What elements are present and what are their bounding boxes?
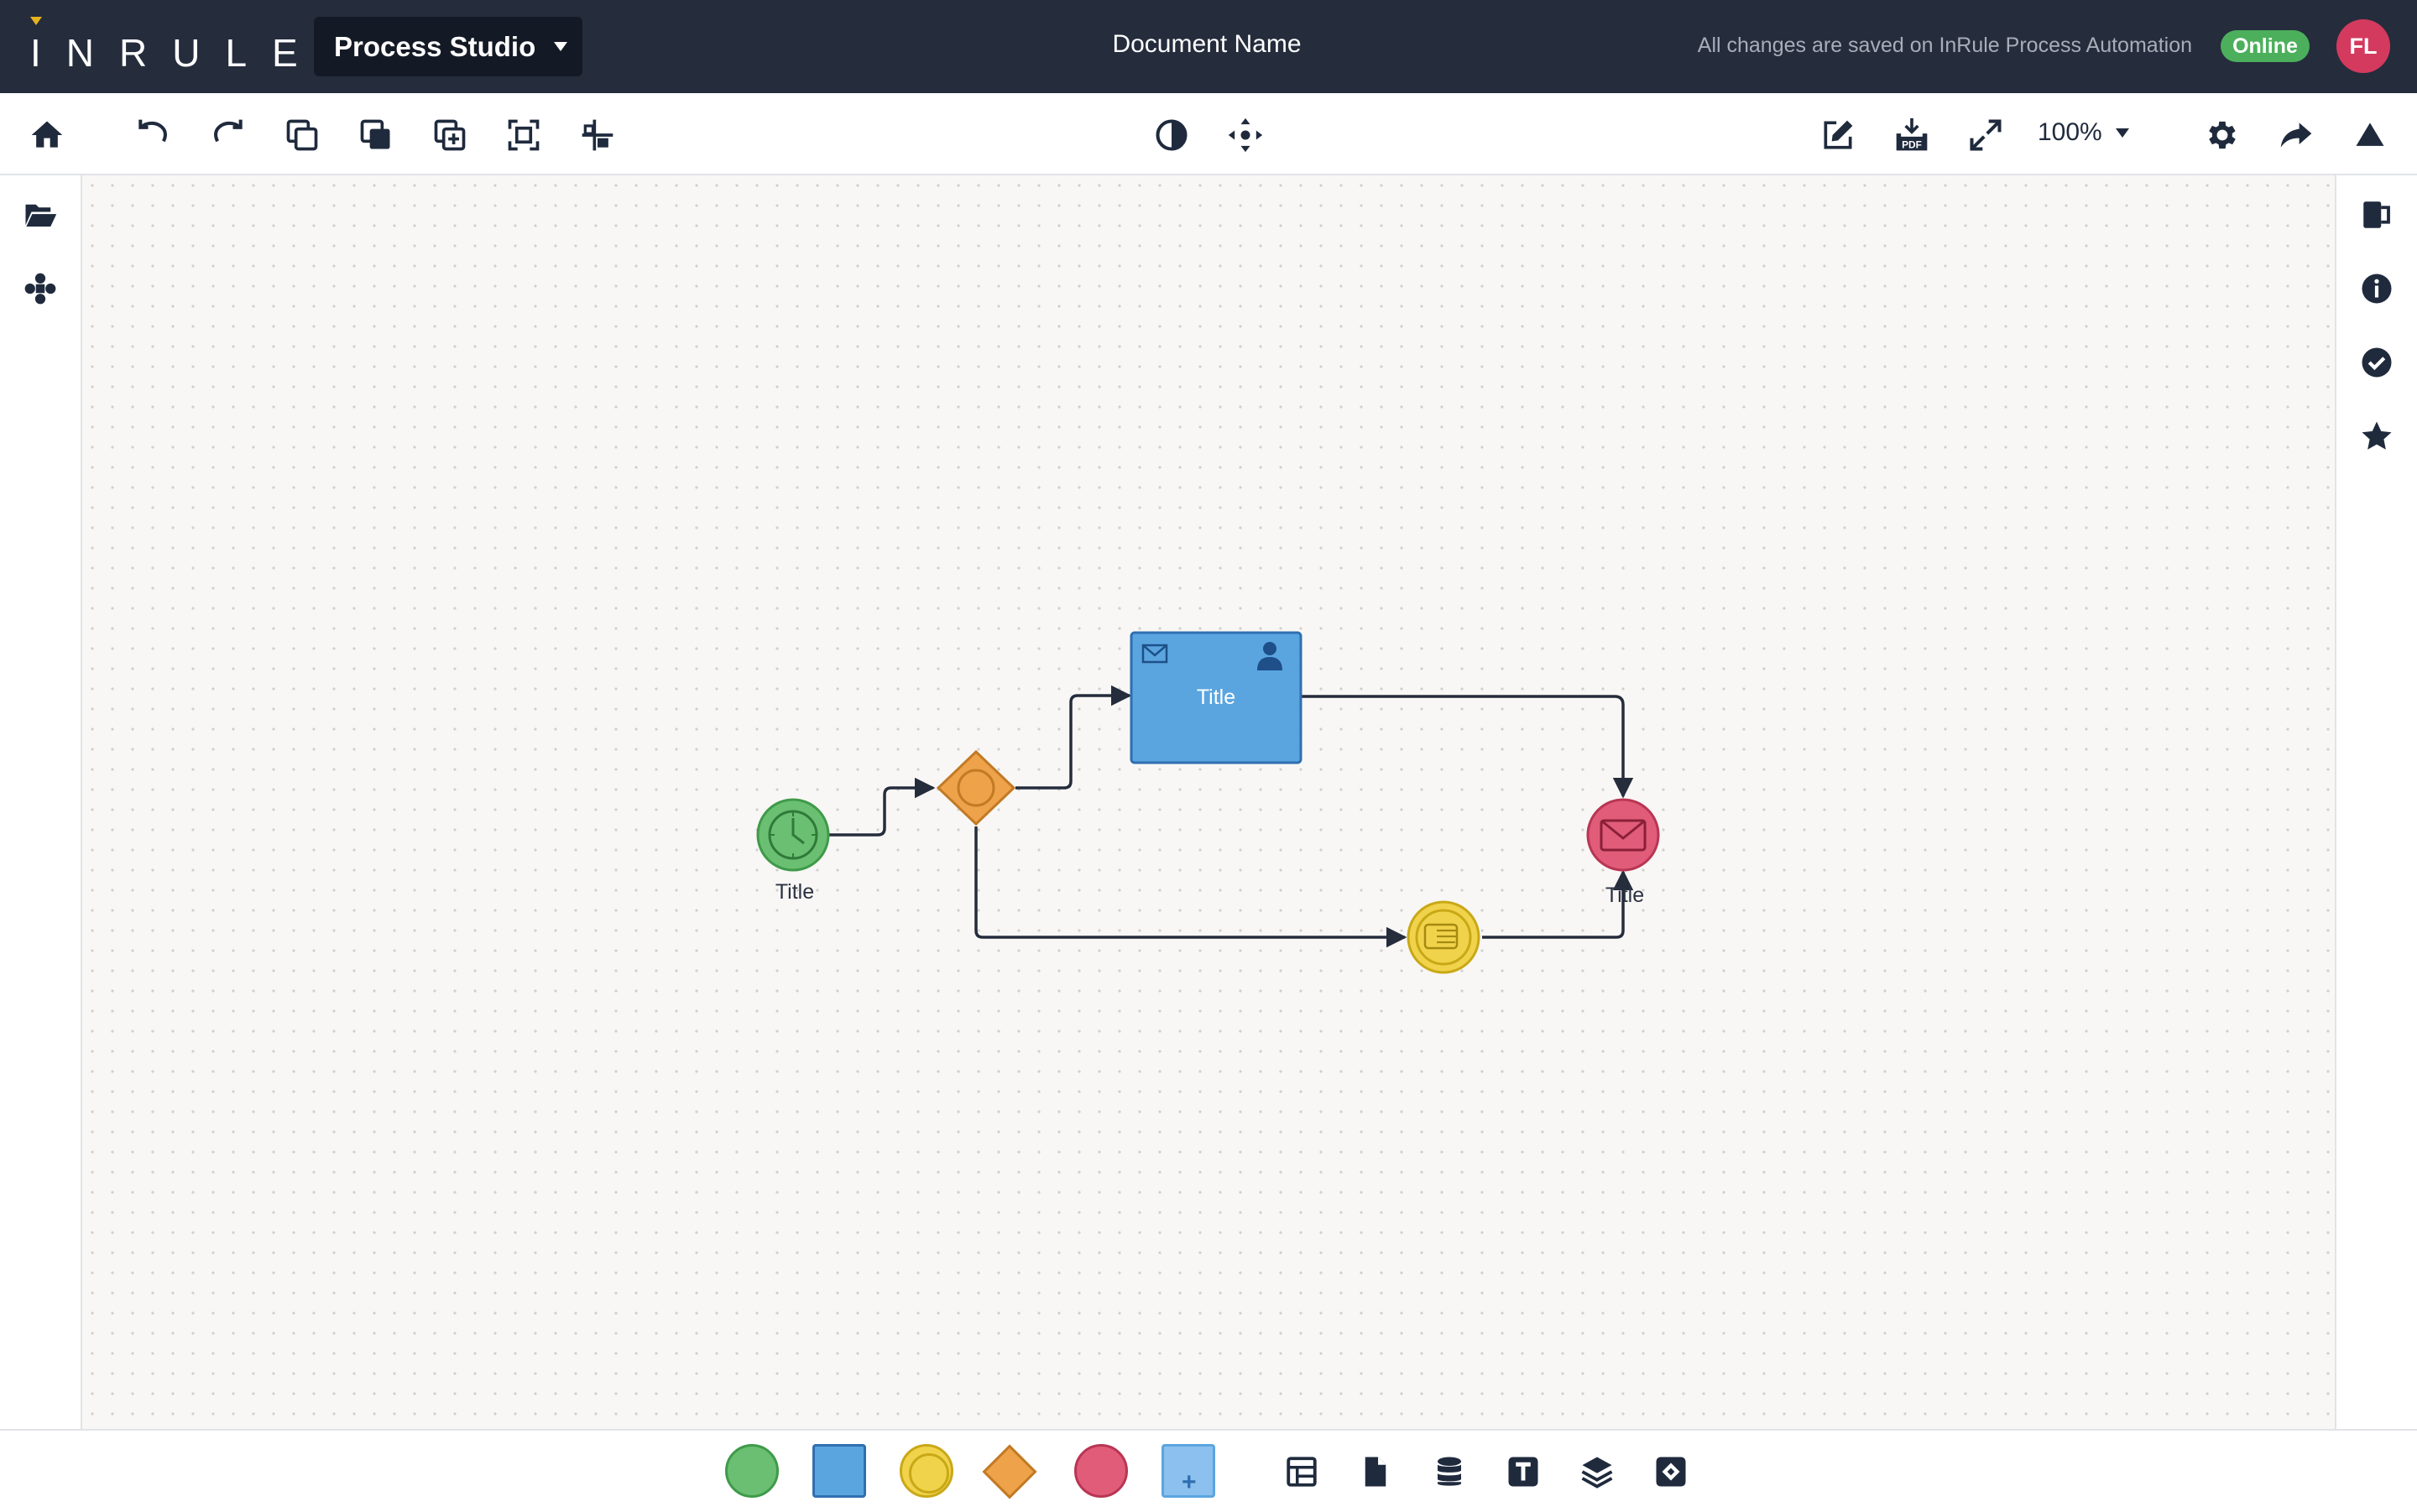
task-shape[interactable] [812,1444,866,1498]
collapse-button[interactable] [2347,112,2394,159]
database-icon [1438,1457,1461,1486]
start-event-label: Title [775,880,814,904]
logo-caret-icon [30,17,42,25]
intermediate-event[interactable] [1407,900,1480,974]
inrule-logo[interactable]: INRULE [30,17,298,77]
home-icon [31,121,63,148]
bring-front-button[interactable] [352,112,399,159]
end-event-label: Title [1605,884,1644,907]
user-icon [1263,642,1276,655]
chevron-down-icon [2115,128,2129,138]
redo-icon [214,119,243,143]
move-button[interactable] [1222,112,1269,159]
subprocess-shape[interactable]: + [1162,1444,1215,1498]
message-end-event[interactable] [1586,798,1660,872]
save-status: All changes are saved on InRule Process … [1697,34,2192,57]
validate-button[interactable] [2355,341,2399,384]
gateway-shape[interactable] [982,1444,1037,1499]
move-icon [1228,117,1263,153]
info-button[interactable] [2355,267,2399,310]
chevron-down-icon [554,42,568,51]
plus-icon: + [1182,1468,1197,1496]
components-button[interactable] [18,267,62,310]
zoom-value: 100% [2038,118,2102,146]
document-name[interactable]: Document Name [1031,30,1383,59]
exclusive-gateway[interactable] [936,749,1016,826]
database-tool[interactable] [1427,1449,1472,1494]
align-button[interactable] [574,112,621,159]
undo-icon [138,119,167,143]
info-icon [2362,274,2392,304]
product-switcher-button[interactable]: Process Studio [314,17,582,76]
layers-tool[interactable] [1574,1449,1620,1494]
toolbar: PDF 100% [0,93,2417,175]
sequence-flow[interactable] [974,826,1407,948]
contrast-icon [1156,119,1188,151]
text-icon [1508,1457,1538,1487]
text-tool[interactable] [1501,1449,1546,1494]
duplicate-icon [286,119,318,151]
sequence-flow[interactable] [829,777,936,837]
favorite-button[interactable] [2355,414,2399,458]
task-label: Title [1197,686,1235,709]
open-folder-button[interactable] [18,193,62,237]
product-label: Process Studio [334,30,536,62]
logo-text: INRULE [30,31,323,75]
sequence-flow[interactable] [1301,695,1634,799]
document-tool[interactable] [1353,1449,1398,1494]
start-event-shape[interactable] [725,1444,779,1498]
table-icon [1287,1457,1317,1487]
bring-front-icon [360,119,390,149]
layers-icon [1581,1457,1613,1489]
right-sidebar [2335,175,2417,1429]
user-avatar[interactable]: FL [2336,19,2390,73]
sequence-flow[interactable] [1482,869,1634,939]
timer-start-event[interactable] [756,798,830,872]
panel-button[interactable] [2355,193,2399,237]
panel-icon [2363,201,2390,228]
table-tool[interactable] [1279,1449,1324,1494]
add-copy-icon [434,119,466,151]
document-icon [1365,1457,1386,1487]
edit-button[interactable] [1814,112,1861,159]
intermediate-event-shape[interactable] [900,1444,953,1498]
settings-button[interactable] [2199,112,2246,159]
svg-text:PDF: PDF [1902,139,1922,151]
share-button[interactable] [2273,112,2320,159]
edit-icon [1824,120,1853,149]
fullscreen-button[interactable] [1962,112,2009,159]
folder-open-icon [25,204,57,227]
add-copy-button[interactable] [426,112,473,159]
fullscreen-icon [1970,119,2002,151]
home-button[interactable] [23,112,70,159]
collapse-icon [2356,123,2384,146]
pdf-download-button[interactable]: PDF [1888,112,1935,159]
shape-palette: + [0,1429,2417,1512]
diagram-canvas[interactable]: Title Title Title [82,175,2335,1429]
undo-button[interactable] [129,112,176,159]
sequence-flow[interactable] [1015,685,1132,790]
top-bar: INRULE Process Studio Document Name All … [0,0,2417,93]
left-sidebar [0,175,82,1429]
settings-icon [2209,121,2236,149]
contrast-button[interactable] [1148,112,1195,159]
align-icon [582,119,613,151]
select-all-icon [508,119,540,151]
end-event-shape[interactable] [1074,1444,1128,1498]
pdf-download-icon: PDF [1896,117,1928,151]
zoom-select[interactable]: 100% [2038,118,2129,147]
redo-button[interactable] [205,112,252,159]
diagram: Title Title Title [756,631,1660,974]
share-icon [2280,123,2312,148]
online-status-badge: Online [2221,30,2310,62]
embed-tool[interactable] [1648,1449,1694,1494]
select-all-button[interactable] [500,112,547,159]
components-icon [24,273,56,305]
validate-icon [2362,347,2392,378]
embed-icon [1656,1457,1686,1487]
duplicate-button[interactable] [279,112,326,159]
favorite-icon [2362,421,2392,450]
